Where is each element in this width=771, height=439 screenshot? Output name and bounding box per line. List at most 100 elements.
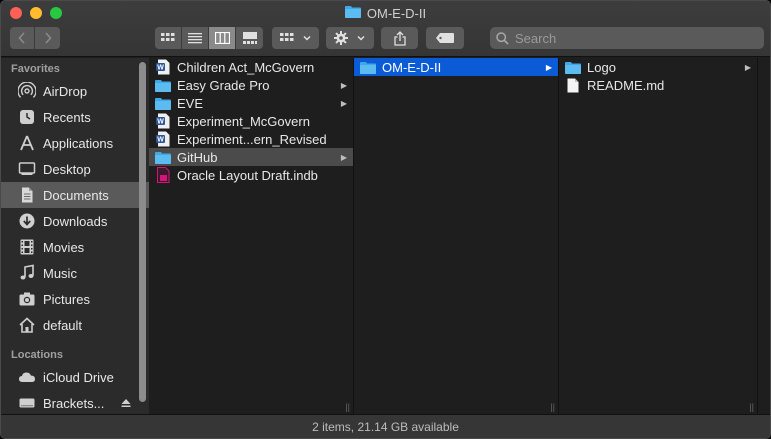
- list-view-button[interactable]: [182, 27, 209, 49]
- sidebar-item-downloads[interactable]: Downloads: [1, 208, 149, 234]
- gallery-view-button[interactable]: [236, 27, 263, 49]
- svg-text:W: W: [157, 119, 164, 126]
- grid-icon: [161, 33, 175, 41]
- sidebar-scrollbar[interactable]: [139, 62, 146, 402]
- clock-icon: [18, 108, 36, 126]
- list-item[interactable]: README.md: [559, 76, 757, 94]
- sidebar-item-label: Documents: [43, 187, 109, 203]
- word-document-icon: W: [155, 113, 171, 129]
- sidebar-item-movies[interactable]: Movies: [1, 234, 149, 260]
- grid-icon: [279, 33, 293, 41]
- word-document-icon: W: [155, 59, 171, 75]
- download-icon: [18, 212, 36, 230]
- list-item[interactable]: Easy Grade Pro ▶: [149, 76, 353, 94]
- disk-icon: [18, 394, 36, 412]
- share-button[interactable]: [381, 27, 418, 49]
- forward-button[interactable]: [35, 27, 60, 49]
- search-input[interactable]: [515, 30, 745, 46]
- camera-icon: [18, 290, 36, 308]
- sidebar-item-label: AirDrop: [43, 83, 88, 99]
- music-icon: [18, 264, 36, 282]
- status-text: 2 items, 21.14 GB available: [312, 420, 459, 434]
- tag-icon: [436, 33, 454, 43]
- file-name: OM-E-D-II: [382, 59, 442, 75]
- sidebar-item-pictures[interactable]: Pictures: [1, 286, 149, 312]
- sidebar-item-label: Movies: [43, 239, 85, 255]
- file-name: EVE: [177, 95, 204, 111]
- file-name: Easy Grade Pro: [177, 77, 270, 93]
- sidebar-item-label: Music: [43, 265, 77, 281]
- action-menu-button[interactable]: [326, 27, 374, 49]
- airdrop-icon: [18, 82, 36, 100]
- search-field[interactable]: [490, 27, 764, 49]
- icon-view-button[interactable]: [155, 27, 182, 49]
- folder-icon: [360, 60, 376, 74]
- file-name: Logo: [587, 59, 616, 75]
- file-name: README.md: [587, 77, 665, 93]
- list-item[interactable]: W Experiment_McGovern: [149, 112, 353, 130]
- document-icon: [18, 186, 36, 204]
- cloud-icon: [18, 368, 36, 386]
- sidebar-item-documents[interactable]: Documents: [1, 182, 149, 208]
- column-resize-handle[interactable]: ||: [345, 402, 350, 412]
- applications-icon: [18, 134, 36, 152]
- list-item[interactable]: Oracle Layout Draft.indb: [149, 166, 353, 184]
- sidebar-item-label: Pictures: [43, 291, 90, 307]
- disclosure-arrow-icon: ▶: [744, 62, 751, 72]
- favorites-header: Favorites: [11, 63, 60, 75]
- disclosure-arrow-icon: ▶: [340, 80, 347, 90]
- file-name: Experiment_McGovern: [177, 113, 310, 129]
- disclosure-arrow-icon: ▶: [340, 152, 347, 162]
- columns-icon: [214, 32, 230, 44]
- sidebar-item-airdrop[interactable]: AirDrop: [1, 78, 149, 104]
- disclosure-arrow-icon: ▶: [340, 98, 347, 108]
- folder-icon: [155, 150, 171, 164]
- sidebar-item-label: Desktop: [43, 161, 91, 177]
- finder-window: OM-E-D-II Search Favorites AirDrop Recen…: [0, 0, 771, 439]
- list-item[interactable]: GitHub ▶: [149, 148, 353, 166]
- sidebar-item-label: Applications: [43, 135, 114, 151]
- group-by-button[interactable]: [272, 27, 319, 49]
- list-item[interactable]: Logo ▶: [559, 58, 757, 76]
- sidebar-item-recents[interactable]: Recents: [1, 104, 149, 130]
- list-item[interactable]: W Experiment...ern_Revised: [149, 130, 353, 148]
- search-icon: [496, 31, 509, 45]
- sidebar-item-label: iCloud Drive: [43, 369, 114, 385]
- window-title: OM-E-D-II: [1, 5, 770, 21]
- word-document-icon: W: [155, 131, 171, 147]
- disclosure-arrow-icon: ▶: [545, 62, 552, 72]
- column-resize-handle[interactable]: ||: [550, 402, 555, 412]
- sidebar-item-label: Downloads: [43, 213, 108, 229]
- chevron-left-icon: [18, 32, 25, 44]
- sidebar-item-icloud-drive[interactable]: iCloud Drive: [1, 364, 149, 390]
- column-documents: W Children Act_McGovern Easy Grade Pro ▶…: [149, 58, 354, 414]
- sidebar-item-music[interactable]: Music: [1, 260, 149, 286]
- list-item[interactable]: OM-E-D-II ▶: [354, 58, 558, 76]
- chevron-down-icon: [302, 35, 311, 41]
- svg-text:W: W: [157, 137, 164, 144]
- back-button[interactable]: [10, 27, 35, 49]
- sidebar-item-desktop[interactable]: Desktop: [1, 156, 149, 182]
- view-mode-control: [155, 27, 263, 49]
- desktop-icon: [18, 160, 36, 178]
- file-name: GitHub: [177, 149, 218, 165]
- folder-icon: [565, 60, 581, 74]
- sidebar-item-applications[interactable]: Applications: [1, 130, 149, 156]
- sidebar-item-default[interactable]: default: [1, 312, 149, 338]
- column-view-button[interactable]: [209, 27, 236, 49]
- list-item[interactable]: W Children Act_McGovern: [149, 58, 353, 76]
- list-item[interactable]: EVE ▶: [149, 94, 353, 112]
- tags-button[interactable]: [426, 27, 464, 49]
- status-bar: 2 items, 21.14 GB available: [1, 414, 770, 438]
- file-name: Children Act_McGovern: [177, 59, 315, 75]
- folder-icon: [155, 96, 171, 110]
- sidebar-item-label: Brackets...: [43, 395, 105, 411]
- gallery-icon: [242, 32, 257, 44]
- file-icon: [565, 78, 581, 92]
- column-resize-handle[interactable]: ||: [749, 402, 754, 412]
- sidebar-item-brackets[interactable]: Brackets...: [1, 390, 149, 414]
- share-icon: [393, 30, 406, 46]
- navigation-buttons: [10, 27, 60, 49]
- column-om-e-d-ii: Logo ▶ README.md ||: [559, 58, 758, 414]
- eject-icon[interactable]: [121, 396, 131, 411]
